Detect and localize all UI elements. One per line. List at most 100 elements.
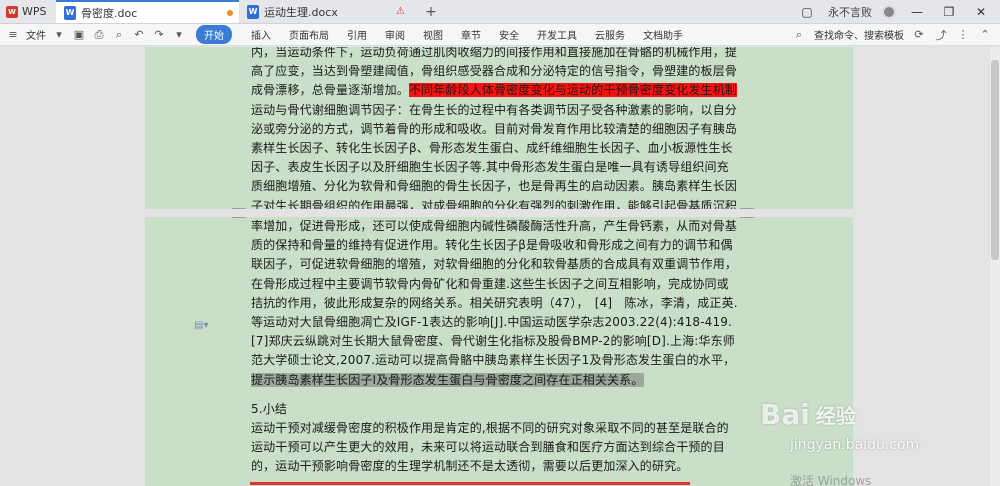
hamburger-menu-icon[interactable]: ≡ bbox=[6, 28, 20, 42]
title-bar: W WPS W 骨密度.doc W 运动生理.docx ⚠ + ▢ 永不言败 —… bbox=[0, 0, 1000, 24]
tab-document-2[interactable]: W 运动生理.docx ⚠ bbox=[239, 0, 419, 23]
text-run: 范大学硕士论文,2007.运动可以提高骨骼中胰岛素样生长因子1及骨形态发生蛋白的… bbox=[251, 353, 736, 368]
tab-start[interactable]: 开始 bbox=[196, 25, 232, 44]
text-run: 运动干预对减缓骨密度的积极作用是肯定的,根据不同的研究对象采取不同的甚至是联合的 bbox=[251, 420, 729, 435]
tab-label: 运动生理.docx bbox=[264, 5, 338, 19]
text-run: 泌或旁分泌的方式，调节着骨的形成和吸收。目前对骨发育作用比较清楚的细胞因子有胰岛 bbox=[251, 121, 738, 136]
search-icon[interactable]: ⌕ bbox=[792, 28, 806, 42]
text-line: 范大学硕士论文,2007.运动可以提高骨骼中胰岛素样生长因子1及骨形态发生蛋白的… bbox=[251, 351, 745, 370]
new-tab-icon[interactable]: + bbox=[419, 0, 443, 23]
text-line: 运动与骨代谢细胞调节因子：在骨生长的过程中有各类调节因子受各种激素的影响，以自分 bbox=[251, 101, 745, 120]
text-line: 高了应变，当达到骨塑建阈值，骨组织感受器合成和分泌特定的信号指令，骨塑建的板层骨 bbox=[251, 62, 745, 81]
text-line: 成骨漂移，总骨量逐渐增加。不同年龄段人体骨密度变化与运动的干预骨密度变化发生机制 bbox=[251, 81, 745, 100]
more-icon[interactable]: ▾ bbox=[172, 28, 186, 42]
unsaved-dot-icon bbox=[227, 9, 233, 16]
text-line: 拮抗的作用，彼此形成复杂的网络关系。相关研究表明（47）， [4] 陈冰，李清，… bbox=[251, 294, 745, 313]
sync-icon[interactable]: ⟳ bbox=[912, 28, 926, 42]
collapse-icon[interactable]: ⌃ bbox=[978, 28, 992, 42]
menu-item[interactable]: 文档助手 bbox=[634, 27, 692, 42]
text-run: 因子、表皮生长因子以及肝细胞生长因子等.其中骨形态发生蛋白是唯一具有诱导组织间充 bbox=[251, 160, 729, 175]
text-line: 的，运动干预影响骨密度的生理学机制还不是太透彻，需要以后更加深入的研究。 bbox=[251, 457, 745, 476]
text-run: 运动与骨代谢细胞调节因子：在骨生长的过程中有各类调节因子受各种激素的影响，以自分 bbox=[251, 102, 738, 117]
text-run: 的，运动干预影响骨密度的生理学机制还不是太透彻，需要以后更加深入的研究。 bbox=[251, 459, 689, 474]
share-icon[interactable]: ⤴ bbox=[934, 28, 948, 42]
menu-item[interactable]: 安全 bbox=[490, 27, 528, 42]
highlighted-heading: 不同年龄段人体骨密度变化与运动的干预骨密度变化发生机制 bbox=[408, 83, 738, 98]
activate-windows-text: 激活 Windows bbox=[790, 474, 872, 486]
tab-label: 骨密度.doc bbox=[81, 6, 138, 20]
page-text: 内，当运动条件下，运动负荷通过肌肉收缩力的间接作用和直接施加在骨骼的机械作用，提… bbox=[251, 47, 745, 216]
menu-item[interactable]: 页面布局 bbox=[280, 27, 338, 42]
text-line: 等运动对大鼠骨细胞凋亡及IGF-1表达的影响[J].中国运动医学杂志2003.2… bbox=[251, 313, 745, 332]
text-run: 质的保持和骨量的维持有促进作用。转化生长因子β是骨吸收和骨形成之间有力的调节和偶 bbox=[251, 238, 733, 253]
save-icon[interactable]: ▣ bbox=[72, 28, 86, 42]
document-page[interactable]: 内，当运动条件下，运动负荷通过肌肉收缩力的间接作用和直接施加在骨骼的机械作用，提… bbox=[145, 47, 853, 213]
text-line: 泌或旁分泌的方式，调节着骨的形成和吸收。目前对骨发育作用比较清楚的细胞因子有胰岛 bbox=[251, 120, 745, 139]
print-icon[interactable]: ⎙ bbox=[92, 28, 106, 42]
document-page[interactable]: 率增加，促进骨形成，还可以使成骨细胞内碱性磷酸酶活性升高，产生骨钙素，从而对骨基… bbox=[145, 217, 853, 486]
close-icon[interactable]: ✕ bbox=[970, 5, 992, 19]
maximize-icon[interactable]: ❐ bbox=[938, 5, 960, 19]
section-heading: 5.小结 bbox=[251, 401, 288, 416]
word-doc-icon: W bbox=[64, 5, 76, 20]
chevron-down-icon[interactable]: ▾ bbox=[52, 28, 66, 42]
menu-bar: ≡ 文件 ▾ ▣ ⎙ ⌕ ↶ ↷ ▾ 开始 插入 页面布局 引用 审阅 视图 章… bbox=[0, 24, 1000, 46]
wps-logo-icon: W bbox=[6, 5, 18, 18]
text-line: 提示胰岛素样生长因子Ⅰ及骨形态发生蛋白与骨密度之间存在正相关关系。 bbox=[251, 371, 745, 390]
redo-icon[interactable]: ↷ bbox=[152, 28, 166, 42]
page-text: 率增加，促进骨形成，还可以使成骨细胞内碱性磷酸酶活性升高，产生骨钙素，从而对骨基… bbox=[251, 217, 745, 476]
text-line: 内，当运动条件下，运动负荷通过肌肉收缩力的间接作用和直接施加在骨骼的机械作用，提 bbox=[251, 47, 745, 62]
highlight-strip bbox=[250, 482, 690, 485]
text-run: 成骨漂移，总骨量逐渐增加。 bbox=[251, 83, 409, 98]
more-options-icon[interactable]: ⋮ bbox=[956, 28, 970, 42]
text-run: 素样生长因子、转化生长因子β、骨形态发生蛋白、成纤维细胞生长因子、血小板源性生长 bbox=[251, 140, 733, 155]
text-run: 运动干预可以产生更大的效用，未来可以将运动联合到膳食和医疗方面达到综合干预的目 bbox=[251, 440, 725, 455]
print-preview-icon[interactable]: ⌕ bbox=[112, 28, 126, 42]
text-line: 素样生长因子、转化生长因子β、骨形态发生蛋白、成纤维细胞生长因子、血小板源性生长 bbox=[251, 139, 745, 158]
menu-item[interactable]: 章节 bbox=[452, 27, 490, 42]
app-label: WPS bbox=[22, 5, 47, 18]
text-line: [7]郑庆云纵跳对生长期大鼠骨密度、骨代谢生化指标及股骨BMP-2的影响[D].… bbox=[251, 332, 745, 351]
text-run: 高了应变，当达到骨塑建阈值，骨组织感受器合成和分泌特定的信号指令，骨塑建的板层骨 bbox=[251, 64, 738, 79]
paragraph-menu-icon[interactable]: ▤▾ bbox=[194, 320, 208, 331]
text-run: 质细胞增殖、分化为软骨和骨细胞的骨生长因子，也是骨再生的启动因素。胰岛素样生长因 bbox=[251, 179, 738, 194]
text-run: 在骨形成过程中主要调节软骨内骨矿化和骨重建.这些生长因子之间互相影响，完成协同或 bbox=[251, 276, 729, 291]
menu-item[interactable]: 开发工具 bbox=[528, 27, 586, 42]
text-line: 质细胞增殖、分化为软骨和骨细胞的骨生长因子，也是骨再生的启动因素。胰岛素样生长因 bbox=[251, 177, 745, 196]
minimize-icon[interactable]: — bbox=[906, 5, 928, 19]
search-command[interactable]: 查找命令、搜索模板 bbox=[814, 27, 904, 42]
scroll-thumb[interactable] bbox=[991, 60, 999, 260]
menu-item[interactable]: 审阅 bbox=[376, 27, 414, 42]
text-run: 率增加，促进骨形成，还可以使成骨细胞内碱性磷酸酶活性升高，产生骨钙素，从而对骨基 bbox=[251, 219, 738, 233]
undo-icon[interactable]: ↶ bbox=[132, 28, 146, 42]
menu-item[interactable]: 云服务 bbox=[586, 27, 634, 42]
text-line: 率增加，促进骨形成，还可以使成骨细胞内碱性磷酸酶活性升高，产生骨钙素，从而对骨基 bbox=[251, 217, 745, 236]
user-name[interactable]: 永不言败 bbox=[828, 4, 872, 20]
text-run: 拮抗的作用，彼此形成复杂的网络关系。相关研究表明（47）， [4] 陈冰，李清，… bbox=[251, 295, 738, 310]
text-run: 内，当运动条件下，运动负荷通过肌肉收缩力的间接作用和直接施加在骨骼的机械作用，提 bbox=[251, 47, 738, 59]
window-mode-icon[interactable]: ▢ bbox=[796, 5, 818, 19]
baidu-logo: Bai bbox=[760, 398, 810, 431]
avatar[interactable] bbox=[882, 4, 896, 19]
text-run: 等运动对大鼠骨细胞凋亡及IGF-1表达的影响[J].中国运动医学杂志2003.2… bbox=[251, 314, 732, 329]
text-run: 提示胰岛素样生长因子Ⅰ及骨形态发生蛋白与骨密度之间存在正相关关系。 bbox=[251, 372, 644, 387]
text-line: 在骨形成过程中主要调节软骨内骨矿化和骨重建.这些生长因子之间互相影响，完成协同或 bbox=[251, 275, 745, 294]
page-break bbox=[145, 209, 853, 217]
text-line: 质的保持和骨量的维持有促进作用。转化生长因子β是骨吸收和骨形成之间有力的调节和偶 bbox=[251, 236, 745, 255]
text-line: 因子、表皮生长因子以及肝细胞生长因子等.其中骨形态发生蛋白是唯一具有诱导组织间充 bbox=[251, 158, 745, 177]
text-line: 联因子，可促进软骨细胞的增殖，对软骨细胞的分化和软骨基质的合成具有双重调节作用， bbox=[251, 255, 745, 274]
tab-document-1[interactable]: W 骨密度.doc bbox=[56, 0, 239, 23]
text-line: 运动干预对减缓骨密度的积极作用是肯定的,根据不同的研究对象采取不同的甚至是联合的 bbox=[251, 419, 745, 438]
file-menu[interactable]: 文件 bbox=[26, 27, 46, 42]
menu-item[interactable]: 视图 bbox=[414, 27, 452, 42]
word-doc-icon: W bbox=[247, 4, 259, 19]
menu-item[interactable]: 引用 bbox=[338, 27, 376, 42]
text-run: [7]郑庆云纵跳对生长期大鼠骨密度、骨代谢生化指标及股骨BMP-2的影响[D].… bbox=[251, 334, 735, 349]
baidu-watermark: Bai 经验 bbox=[760, 398, 856, 431]
warning-icon: ⚠ bbox=[396, 6, 405, 17]
app-home-tab[interactable]: W WPS bbox=[0, 0, 56, 23]
text-line: 运动干预可以产生更大的效用，未来可以将运动联合到膳食和医疗方面达到综合干预的目 bbox=[251, 438, 745, 457]
text-run: 联因子，可促进软骨细胞的增殖，对软骨细胞的分化和软骨基质的合成具有双重调节作用， bbox=[251, 257, 738, 272]
menu-item[interactable]: 插入 bbox=[242, 27, 280, 42]
watermark-url: jingyan.baidu.com bbox=[790, 437, 920, 453]
